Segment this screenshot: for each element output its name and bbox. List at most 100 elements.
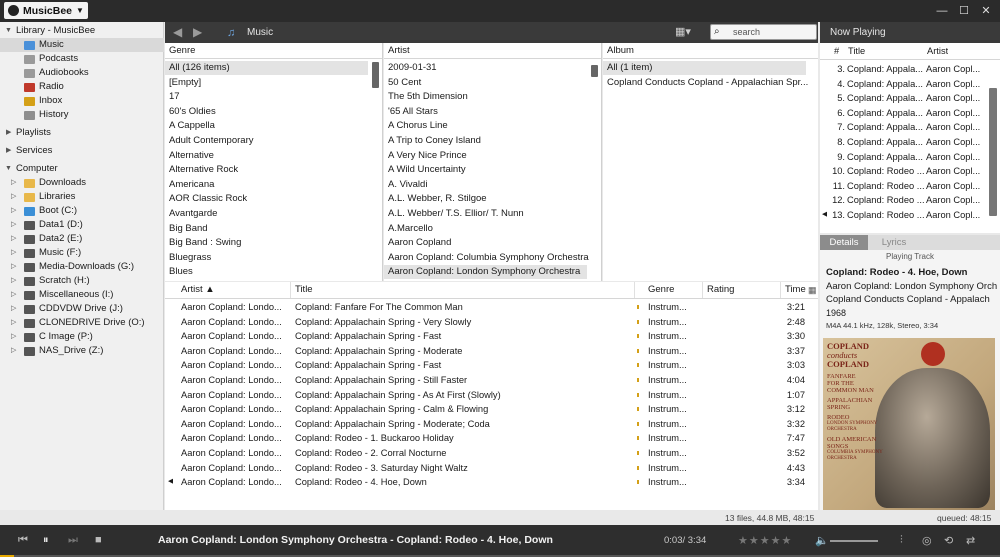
expand-arrow-icon[interactable]: ▶ — [6, 126, 11, 140]
drive-item[interactable]: ▷ CDDVDW Drive (J:) — [0, 302, 164, 316]
sidebar-item-radio[interactable]: Radio — [0, 80, 164, 94]
shuffle-icon[interactable]: ⇄ — [966, 534, 975, 547]
genre-item[interactable]: Avantgarde — [169, 207, 217, 221]
expand-arrow-icon[interactable]: ▷ — [11, 288, 16, 302]
sidebar-item-inbox[interactable]: Inbox — [0, 94, 164, 108]
drive-item[interactable]: ▷ Boot (C:) — [0, 204, 164, 218]
column-genre[interactable]: Genre — [644, 282, 703, 298]
genre-item[interactable]: Big Band : Swing — [169, 236, 241, 250]
genre-item[interactable]: Blues — [169, 265, 193, 279]
expand-arrow-icon[interactable]: ▷ — [11, 302, 16, 316]
artist-item[interactable]: A.L. Webber, R. Stilgoe — [388, 192, 487, 206]
artist-item[interactable]: The 5th Dimension — [388, 90, 468, 104]
artist-item[interactable]: A.Marcello — [388, 222, 433, 236]
column-title[interactable]: Title — [291, 282, 635, 298]
column-chooser-icon[interactable]: ▦ — [808, 285, 817, 296]
album-item[interactable]: Copland Conducts Copland - Appalachian S… — [607, 76, 808, 90]
library-header[interactable]: ▼ Library - MusicBee — [0, 24, 164, 38]
expand-arrow-icon[interactable]: ▷ — [11, 274, 16, 288]
rating-stars[interactable]: ★★★★★ — [738, 534, 792, 547]
artist-item[interactable]: Aaron Copland — [388, 236, 451, 250]
expand-arrow-icon[interactable]: ▷ — [11, 218, 16, 232]
equalizer-icon[interactable]: ⫶ — [900, 534, 903, 547]
forward-icon[interactable]: ▶ — [193, 25, 202, 39]
artist-item[interactable]: A Wild Uncertainty — [388, 163, 466, 177]
drive-item[interactable]: ▷ Scratch (H:) — [0, 274, 164, 288]
drive-item[interactable]: ▷ Music (F:) — [0, 246, 164, 260]
expand-arrow-icon[interactable]: ▷ — [11, 190, 16, 204]
genre-item[interactable]: Big Band — [169, 222, 208, 236]
genre-item[interactable]: Bluegrass — [169, 251, 211, 265]
view-layout-icon[interactable]: ▦▾ — [675, 25, 697, 40]
scrobble-icon[interactable]: ◎ — [922, 534, 932, 547]
artist-item[interactable]: 2009-01-31 — [388, 61, 437, 75]
expand-arrow-icon[interactable]: ▼ — [5, 162, 12, 176]
app-menu-button[interactable]: MusicBee ▼ — [4, 2, 88, 19]
artist-item[interactable]: A. Vivaldi — [388, 178, 427, 192]
artist-item[interactable]: 50 Cent — [388, 76, 421, 90]
genre-item[interactable]: Americana — [169, 178, 214, 192]
close-icon[interactable]: ✕ — [979, 4, 993, 18]
expand-arrow-icon[interactable]: ▷ — [11, 232, 16, 246]
drive-item[interactable]: ▷ Libraries — [0, 190, 164, 204]
previous-icon[interactable]: ⏮ — [18, 534, 28, 547]
np-col-num[interactable]: # — [834, 43, 839, 59]
artist-item[interactable]: Aaron Copland: London Symphony Orchestra — [384, 265, 587, 280]
sidebar-item-audiobooks[interactable]: Audiobooks — [0, 66, 164, 80]
genre-item[interactable]: All (126 items) — [165, 61, 368, 75]
np-scrollbar[interactable] — [989, 88, 997, 216]
playlists-header[interactable]: ▶ Playlists — [0, 126, 164, 140]
search-input[interactable]: ⌕ search — [710, 24, 817, 40]
artist-item[interactable]: A Chorus Line — [388, 119, 448, 133]
genre-item[interactable]: Alternative — [169, 149, 214, 163]
sidebar-item-history[interactable]: History — [0, 108, 164, 122]
artist-item[interactable]: A.L. Webber/ T.S. Ellior/ T. Nunn — [388, 207, 524, 221]
expand-arrow-icon[interactable]: ▷ — [11, 176, 16, 190]
drive-item[interactable]: ▷ Data1 (D:) — [0, 218, 164, 232]
column-rating[interactable]: Rating — [703, 282, 781, 298]
next-icon[interactable]: ⏭ — [68, 534, 78, 547]
back-icon[interactable]: ◀ — [173, 25, 182, 39]
artist-item[interactable]: A Trip to Coney Island — [388, 134, 481, 148]
genre-scrollbar[interactable] — [372, 62, 379, 88]
genre-item[interactable]: Adult Contemporary — [169, 134, 253, 148]
genre-item[interactable]: A Cappella — [169, 119, 215, 133]
artist-scrollbar[interactable] — [591, 65, 598, 77]
genre-header[interactable]: Genre — [165, 43, 382, 59]
np-col-title[interactable]: Title — [848, 43, 865, 59]
expand-arrow-icon[interactable]: ▷ — [11, 246, 16, 260]
artist-item[interactable]: A Very Nice Prince — [388, 149, 467, 163]
tab-details[interactable]: Details — [820, 235, 868, 250]
artist-item[interactable]: Aaron Copland: Columbia Symphony Orchest… — [388, 251, 589, 265]
drive-item[interactable]: ▷ Media-Downloads (G:) — [0, 260, 164, 274]
maximize-icon[interactable]: ☐ — [957, 4, 971, 18]
volume-slider[interactable] — [830, 540, 878, 542]
column-time[interactable]: Time — [781, 282, 809, 298]
genre-item[interactable]: [Empty] — [169, 76, 201, 90]
expand-arrow-icon[interactable]: ▷ — [11, 260, 16, 274]
artist-header[interactable]: Artist — [384, 43, 601, 59]
drive-item[interactable]: ▷ CLONEDRIVE Drive (O:) — [0, 316, 164, 330]
drive-item[interactable]: ▷ Data2 (E:) — [0, 232, 164, 246]
drive-item[interactable]: ▷ Downloads — [0, 176, 164, 190]
album-item[interactable]: All (1 item) — [603, 61, 806, 75]
drive-item[interactable]: ▷ NAS_Drive (Z:) — [0, 344, 164, 358]
drive-item[interactable]: ▷ C Image (P:) — [0, 330, 164, 344]
np-col-artist[interactable]: Artist — [927, 43, 948, 59]
artist-item[interactable]: '65 All Stars — [388, 105, 438, 119]
column-artist[interactable]: Artist ▲ — [177, 282, 291, 298]
genre-item[interactable]: 17 — [169, 90, 180, 104]
minimize-icon[interactable]: — — [935, 4, 949, 18]
album-header[interactable]: Album — [603, 43, 818, 59]
genre-item[interactable]: Alternative Rock — [169, 163, 238, 177]
drive-item[interactable]: ▷ Miscellaneous (I:) — [0, 288, 164, 302]
expand-arrow-icon[interactable]: ▷ — [11, 330, 16, 344]
expand-arrow-icon[interactable]: ▼ — [5, 24, 12, 38]
pause-icon[interactable]: ⏸ — [43, 534, 49, 547]
sidebar-item-music[interactable]: Music — [0, 38, 164, 52]
genre-item[interactable]: AOR Classic Rock — [169, 192, 247, 206]
expand-arrow-icon[interactable]: ▷ — [11, 316, 16, 330]
volume-icon[interactable]: 🔈 — [815, 534, 829, 547]
sidebar-item-podcasts[interactable]: Podcasts — [0, 52, 164, 66]
services-header[interactable]: ▶ Services — [0, 144, 164, 158]
